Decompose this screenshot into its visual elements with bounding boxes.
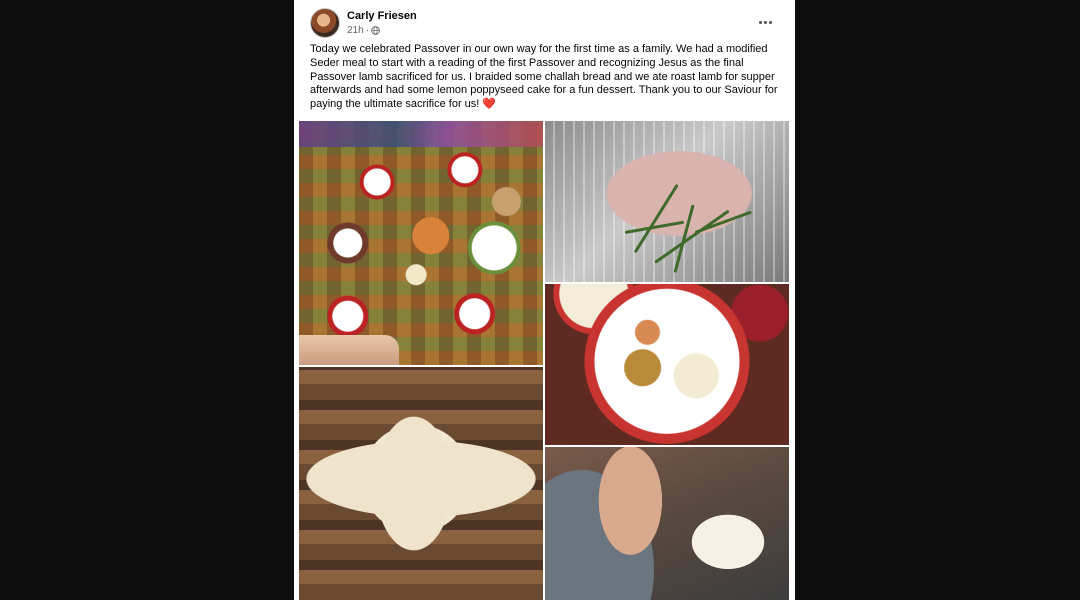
meta-separator: ·: [365, 25, 370, 36]
more-dots-icon: [758, 20, 762, 24]
post-body: Today we celebrated Passover in our own …: [310, 43, 778, 111]
post-text: Today we celebrated Passover in our own …: [310, 43, 780, 112]
man-reading-bible-photo[interactable]: [545, 447, 789, 600]
photo-grid: [299, 121, 789, 600]
globe-icon[interactable]: [371, 26, 380, 35]
facebook-post: Carly Friesen 21h · Today we celebrated …: [294, 0, 795, 600]
more-options-button[interactable]: [751, 12, 779, 32]
avatar[interactable]: [310, 8, 340, 38]
author-name[interactable]: Carly Friesen: [347, 10, 417, 22]
post-header: Carly Friesen 21h ·: [310, 8, 779, 42]
more-dots-icon: [768, 20, 772, 24]
braided-challah-photo[interactable]: [299, 367, 543, 600]
post-meta: 21h ·: [347, 25, 380, 36]
more-dots-icon: [763, 20, 767, 24]
lamb-with-rosemary-photo[interactable]: [545, 121, 789, 282]
heart-icon: ❤️: [482, 98, 497, 111]
seder-plate-photo[interactable]: [545, 284, 789, 445]
post-time[interactable]: 21h: [347, 25, 364, 36]
table-spread-photo[interactable]: [299, 121, 543, 365]
